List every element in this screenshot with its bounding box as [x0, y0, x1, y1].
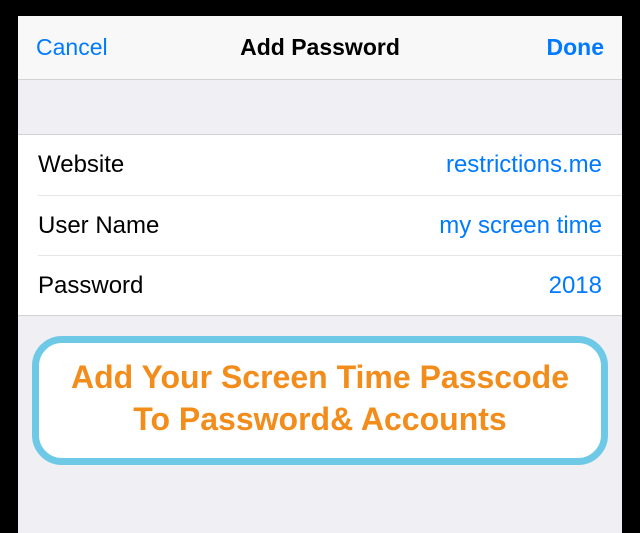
instruction-callout: Add Your Screen Time Passcode To Passwor… [32, 336, 608, 465]
page-title: Add Password [126, 34, 514, 61]
website-label: Website [38, 151, 124, 179]
website-field[interactable]: restrictions.me [446, 151, 602, 179]
add-password-screen: Cancel Add Password Done Website restric… [18, 16, 622, 533]
password-row[interactable]: Password 2018 [38, 255, 622, 315]
done-button[interactable]: Done [514, 34, 604, 61]
password-field[interactable]: 2018 [549, 272, 602, 300]
password-form: Website restrictions.me User Name my scr… [18, 134, 622, 316]
callout-text: Add Your Screen Time Passcode To Passwor… [63, 357, 577, 440]
username-row[interactable]: User Name my screen time [38, 195, 622, 255]
username-label: User Name [38, 212, 159, 240]
cancel-button[interactable]: Cancel [36, 34, 126, 61]
section-spacer [18, 80, 622, 134]
password-label: Password [38, 272, 143, 300]
username-field[interactable]: my screen time [439, 212, 602, 240]
website-row[interactable]: Website restrictions.me [18, 135, 622, 195]
nav-bar: Cancel Add Password Done [18, 16, 622, 80]
